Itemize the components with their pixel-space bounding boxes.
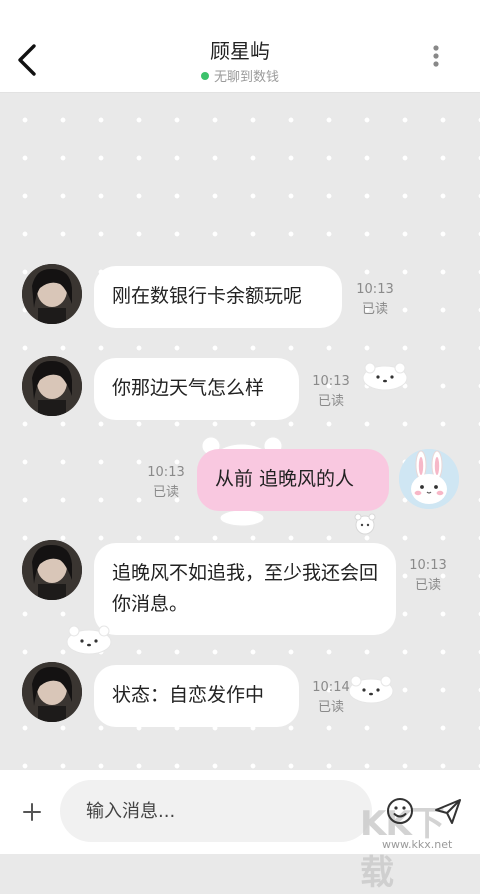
plus-icon[interactable]	[20, 800, 44, 824]
message-time: 10:13	[356, 282, 394, 297]
message-meta: 10:13 已读	[309, 372, 353, 412]
read-receipt: 已读	[317, 394, 344, 409]
contact-avatar[interactable]	[22, 356, 82, 416]
bear-sticker	[64, 622, 114, 660]
emoji-icon[interactable]	[384, 795, 416, 827]
chat-header: 顾星屿 无聊到数钱	[0, 0, 480, 93]
bear-sticker	[360, 360, 410, 396]
watermark-url: www.kkx.net	[382, 838, 453, 851]
message-bubble-received[interactable]: 状态：自恋发作中	[94, 665, 299, 727]
message-meta: 10:13 已读	[353, 280, 397, 320]
more-vertical-icon[interactable]	[424, 44, 448, 70]
message-bubble-received[interactable]: 刚在数银行卡余额玩呢	[94, 266, 342, 328]
contact-status: 无聊到数钱	[0, 66, 480, 85]
status-text: 无聊到数钱	[213, 70, 279, 85]
read-receipt: 已读	[414, 578, 441, 593]
message-time: 10:13	[312, 374, 350, 389]
bear-sticker	[352, 512, 378, 540]
message-bubble-received[interactable]: 你那边天气怎么样	[94, 358, 299, 420]
message-bubble-sent[interactable]: 从前 追晚风的人	[197, 449, 389, 511]
message-meta: 10:13 已读	[406, 556, 450, 596]
read-receipt: 已读	[152, 485, 179, 500]
message-time: 10:13	[409, 558, 447, 573]
contact-name[interactable]: 顾星屿	[0, 35, 480, 64]
contact-avatar[interactable]	[22, 264, 82, 324]
bear-sticker	[346, 673, 396, 709]
online-status-dot	[200, 72, 209, 80]
read-receipt: 已读	[361, 302, 388, 317]
bunny-avatar[interactable]	[399, 449, 459, 509]
message-meta: 10:13 已读	[144, 463, 188, 503]
contact-avatar[interactable]	[22, 662, 82, 722]
message-time: 10:13	[147, 465, 185, 480]
contact-avatar[interactable]	[22, 540, 82, 600]
send-icon[interactable]	[432, 795, 464, 827]
message-bubble-received[interactable]: 追晚风不如追我，至少我还会回你消息。	[94, 543, 396, 635]
message-input[interactable]	[60, 780, 372, 842]
